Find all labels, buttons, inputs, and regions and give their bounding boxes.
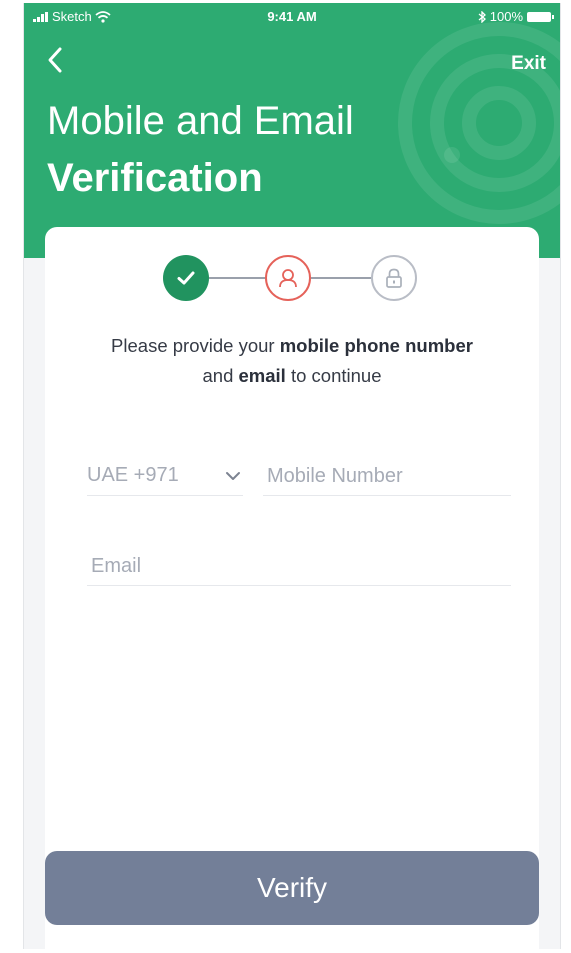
chevron-left-icon [48, 47, 62, 73]
email-field [87, 551, 511, 586]
user-icon [279, 269, 297, 288]
page-title: Mobile and Email [47, 99, 354, 143]
country-code-select[interactable]: UAE +971 [87, 461, 243, 496]
instructions-part: to continue [285, 365, 382, 386]
step-current [265, 255, 311, 301]
country-code-value: UAE +971 [87, 464, 179, 486]
instructions-emphasis: email [238, 365, 286, 386]
checkmark-icon [177, 271, 195, 285]
verify-button-label: Verify [256, 872, 328, 903]
header: Sketch 9:41 AM 100% Exit Mobile and Emai… [24, 3, 560, 258]
mobile-number-input[interactable] [263, 461, 511, 491]
phone-screen: Sketch 9:41 AM 100% Exit Mobile and Emai… [23, 3, 561, 949]
page-title-bold: Verification [47, 156, 263, 200]
step-completed [163, 255, 209, 301]
instructions-part: and [202, 365, 239, 386]
instructions-emphasis: mobile phone number [279, 335, 473, 356]
exit-button[interactable]: Exit [511, 53, 546, 75]
battery-icon [527, 11, 554, 22]
chevron-down-icon [226, 472, 240, 480]
bluetooth-icon [478, 10, 486, 23]
instructions-part: Please provide your [111, 335, 280, 356]
step-connector [311, 277, 371, 279]
status-right: 100% [478, 9, 554, 24]
back-button[interactable] [42, 43, 72, 79]
lock-icon [386, 268, 402, 288]
email-input[interactable] [87, 551, 511, 581]
verify-button[interactable]: Verify [45, 851, 539, 925]
instructions-text: Please provide your mobile phone number … [55, 331, 529, 391]
form-card: Please provide your mobile phone number … [45, 227, 539, 949]
step-upcoming [371, 255, 417, 301]
progress-stepper [163, 255, 425, 301]
mobile-number-field [263, 461, 511, 496]
step-connector [209, 277, 265, 279]
battery-percent: 100% [489, 9, 523, 24]
status-bar: Sketch 9:41 AM 100% [24, 3, 560, 31]
